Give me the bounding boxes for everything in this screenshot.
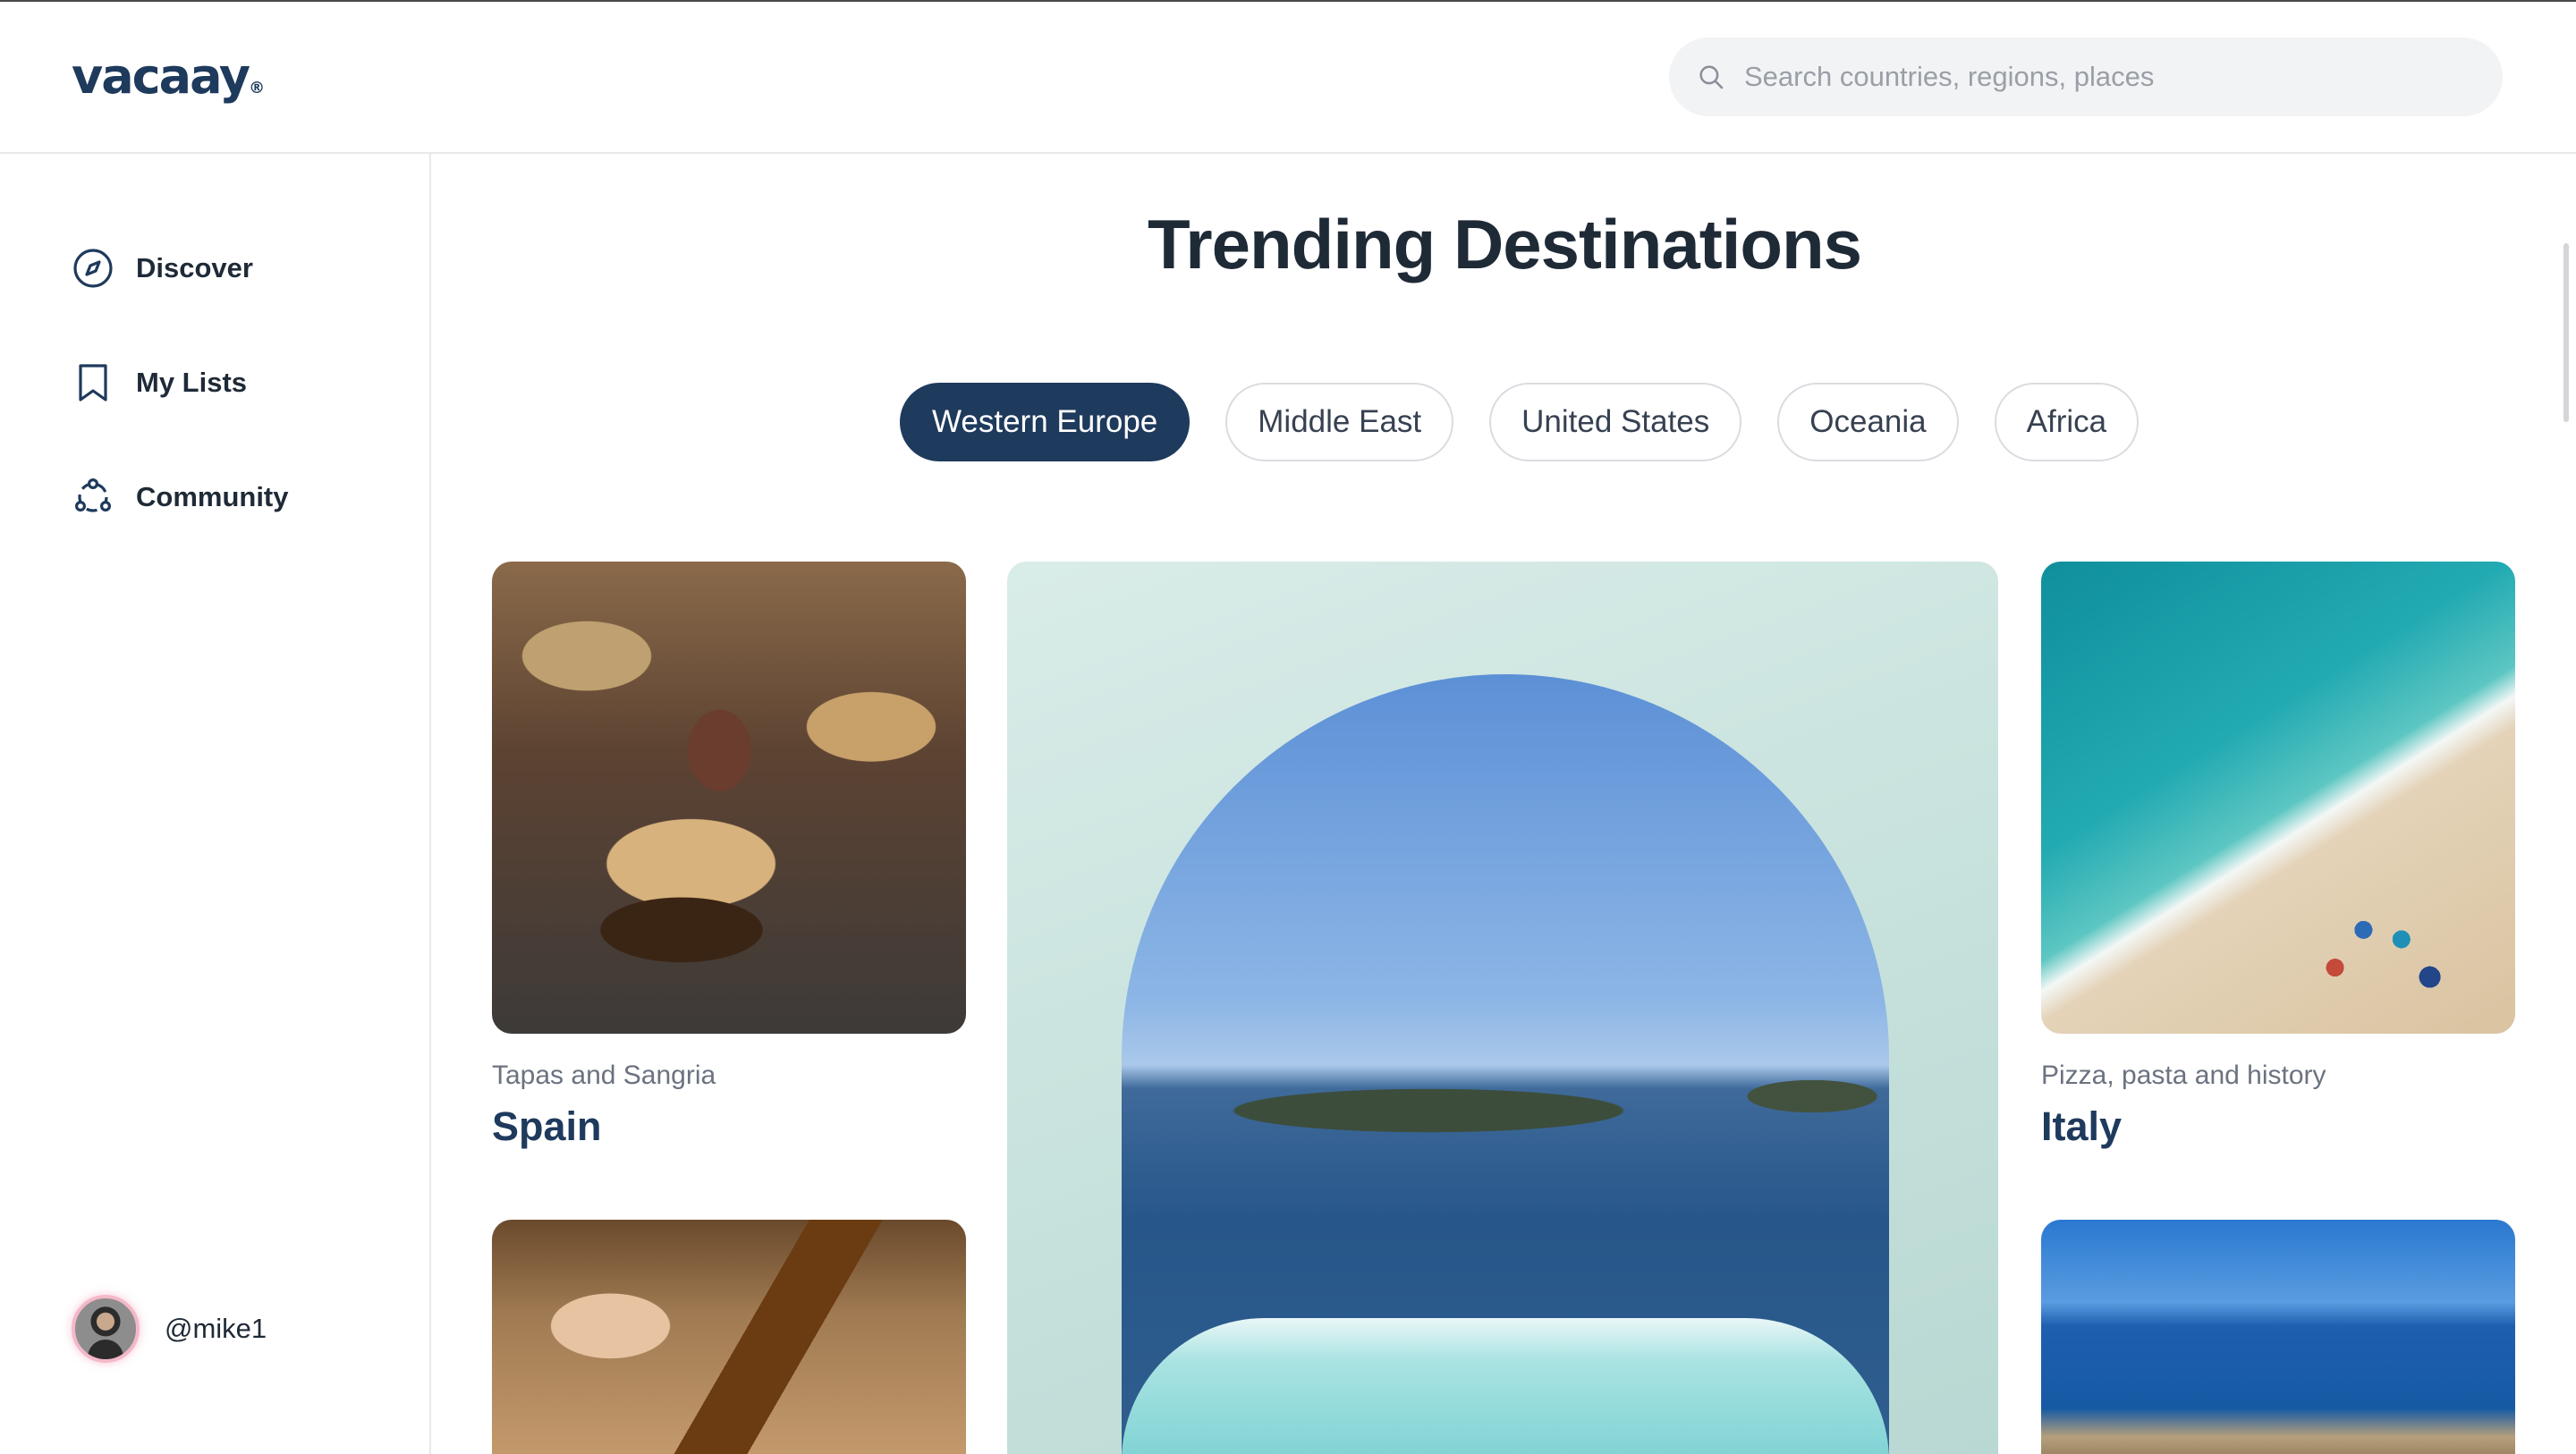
island-silhouette xyxy=(1122,1068,1889,1139)
arch-view xyxy=(1122,674,1889,1454)
destination-image-featured[interactable] xyxy=(1007,562,1998,1454)
search-input[interactable] xyxy=(1744,61,2478,93)
destination-image-coast[interactable] xyxy=(2041,1220,2515,1454)
user-handle: @mike1 xyxy=(165,1313,267,1344)
community-icon xyxy=(74,478,111,512)
compass-icon xyxy=(73,249,113,288)
logo[interactable]: vacaay® xyxy=(72,48,265,105)
sidebar-item-label: My Lists xyxy=(136,367,248,398)
sidebar-item-label: Discover xyxy=(136,252,253,283)
destination-subtitle: Tapas and Sangria xyxy=(492,1061,716,1090)
tab-oceania[interactable]: Oceania xyxy=(1777,383,1959,461)
destination-subtitle: Pizza, pasta and history xyxy=(2041,1061,2326,1090)
app-window: vacaay® Discover My Lists xyxy=(0,0,2576,1454)
sidebar-item-community[interactable]: Community xyxy=(72,472,289,522)
sidebar-item-label: Community xyxy=(136,481,289,512)
user-profile[interactable]: @mike1 xyxy=(72,1295,267,1363)
sidebar: Discover My Lists Community @mike1 xyxy=(0,154,431,1454)
destination-image-italy[interactable] xyxy=(2041,562,2515,1034)
avatar[interactable] xyxy=(72,1295,140,1363)
destination-title[interactable]: Italy xyxy=(2041,1103,2122,1150)
bookmark-icon xyxy=(79,364,107,402)
top-header: vacaay® xyxy=(0,2,2576,154)
page-title: Trending Destinations xyxy=(1147,205,1862,283)
region-tabs: Western Europe Middle East United States… xyxy=(900,383,2174,461)
search-bar[interactable] xyxy=(1669,38,2503,116)
tab-middle-east[interactable]: Middle East xyxy=(1225,383,1454,461)
sidebar-item-discover[interactable]: Discover xyxy=(72,243,253,293)
destination-title[interactable]: Spain xyxy=(492,1103,602,1150)
pool xyxy=(1122,1318,1889,1454)
tab-united-states[interactable]: United States xyxy=(1489,383,1742,461)
destination-image-spain[interactable] xyxy=(492,562,966,1034)
tab-africa[interactable]: Africa xyxy=(1994,383,2140,461)
logo-text: vacaay xyxy=(72,48,250,105)
logo-mark: ® xyxy=(249,79,266,97)
search-icon xyxy=(1699,65,1724,89)
tab-western-europe[interactable]: Western Europe xyxy=(900,383,1191,461)
destination-image-whiskey[interactable] xyxy=(492,1220,966,1454)
sidebar-item-my-lists[interactable]: My Lists xyxy=(72,358,247,408)
scrollbar-thumb[interactable] xyxy=(2563,243,2569,422)
